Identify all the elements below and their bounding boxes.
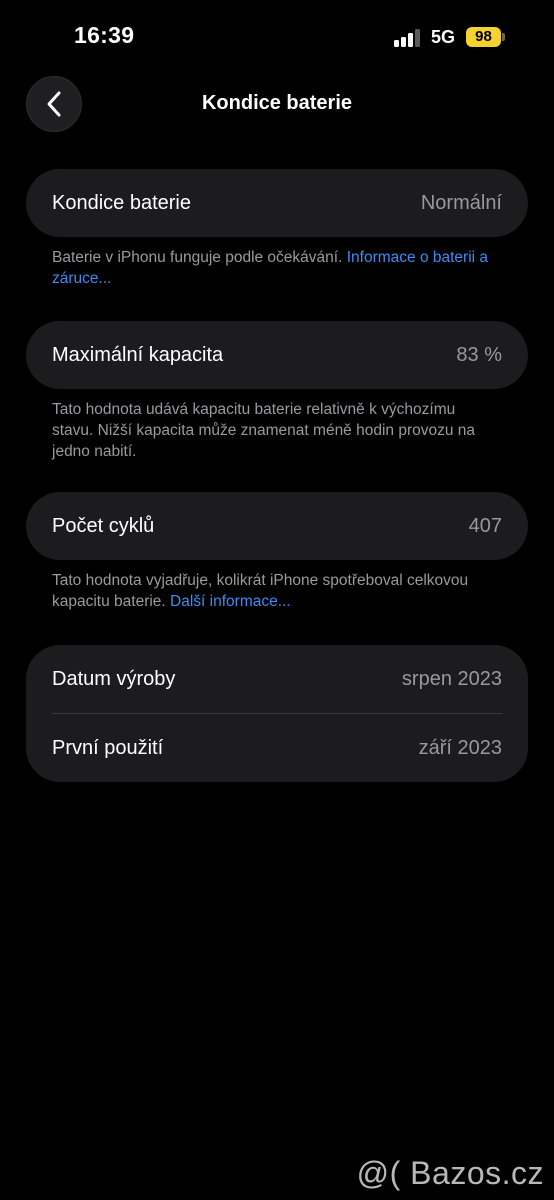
first-use-row: První použití září 2023	[26, 714, 528, 782]
battery-health-label: Kondice baterie	[52, 191, 191, 214]
max-capacity-footnote-text: Tato hodnota udává kapacitu baterie rela…	[52, 401, 476, 460]
cellular-signal-icon	[394, 29, 422, 47]
max-capacity-footnote: Tato hodnota udává kapacitu baterie rela…	[52, 399, 492, 462]
first-use-value: září 2023	[418, 736, 502, 759]
max-capacity-value: 83 %	[456, 343, 502, 366]
battery-health-footnote: Baterie v iPhonu funguje podle očekávání…	[52, 247, 492, 289]
dates-card: Datum výroby srpen 2023 První použití zá…	[26, 645, 528, 782]
max-capacity-row: Maximální kapacita 83 %	[26, 321, 528, 389]
network-type: 5G	[431, 27, 456, 47]
battery-health-card: Kondice baterie Normální	[26, 169, 528, 237]
cycle-count-card: Počet cyklů 407	[26, 492, 528, 560]
max-capacity-label: Maximální kapacita	[52, 343, 224, 366]
watermark: @( Bazos.cz	[356, 1155, 544, 1191]
status-time: 16:39	[74, 22, 135, 48]
battery-icon: 98	[466, 27, 501, 47]
manufacture-date-label: Datum výroby	[52, 667, 176, 690]
more-info-link[interactable]: Další informace...	[170, 593, 291, 610]
battery-level: 98	[475, 28, 492, 45]
battery-health-row: Kondice baterie Normální	[26, 169, 528, 237]
battery-tip	[502, 33, 505, 41]
page-title: Kondice baterie	[201, 92, 353, 114]
max-capacity-card: Maximální kapacita 83 %	[26, 321, 528, 389]
manufacture-date-row: Datum výroby srpen 2023	[26, 645, 528, 713]
cycle-count-row: Počet cyklů 407	[26, 492, 528, 560]
status-bar: 16:39 5G 98	[0, 0, 554, 76]
manufacture-date-value: srpen 2023	[401, 667, 502, 690]
cycle-count-label: Počet cyklů	[52, 514, 155, 537]
cycle-count-footnote: Tato hodnota vyjadřuje, kolikrát iPhone …	[52, 570, 492, 612]
first-use-label: První použití	[52, 736, 164, 759]
battery-health-value: Normální	[420, 191, 502, 214]
battery-health-footnote-text: Baterie v iPhonu funguje podle očekávání…	[52, 249, 347, 266]
cycle-count-value: 407	[468, 514, 502, 537]
